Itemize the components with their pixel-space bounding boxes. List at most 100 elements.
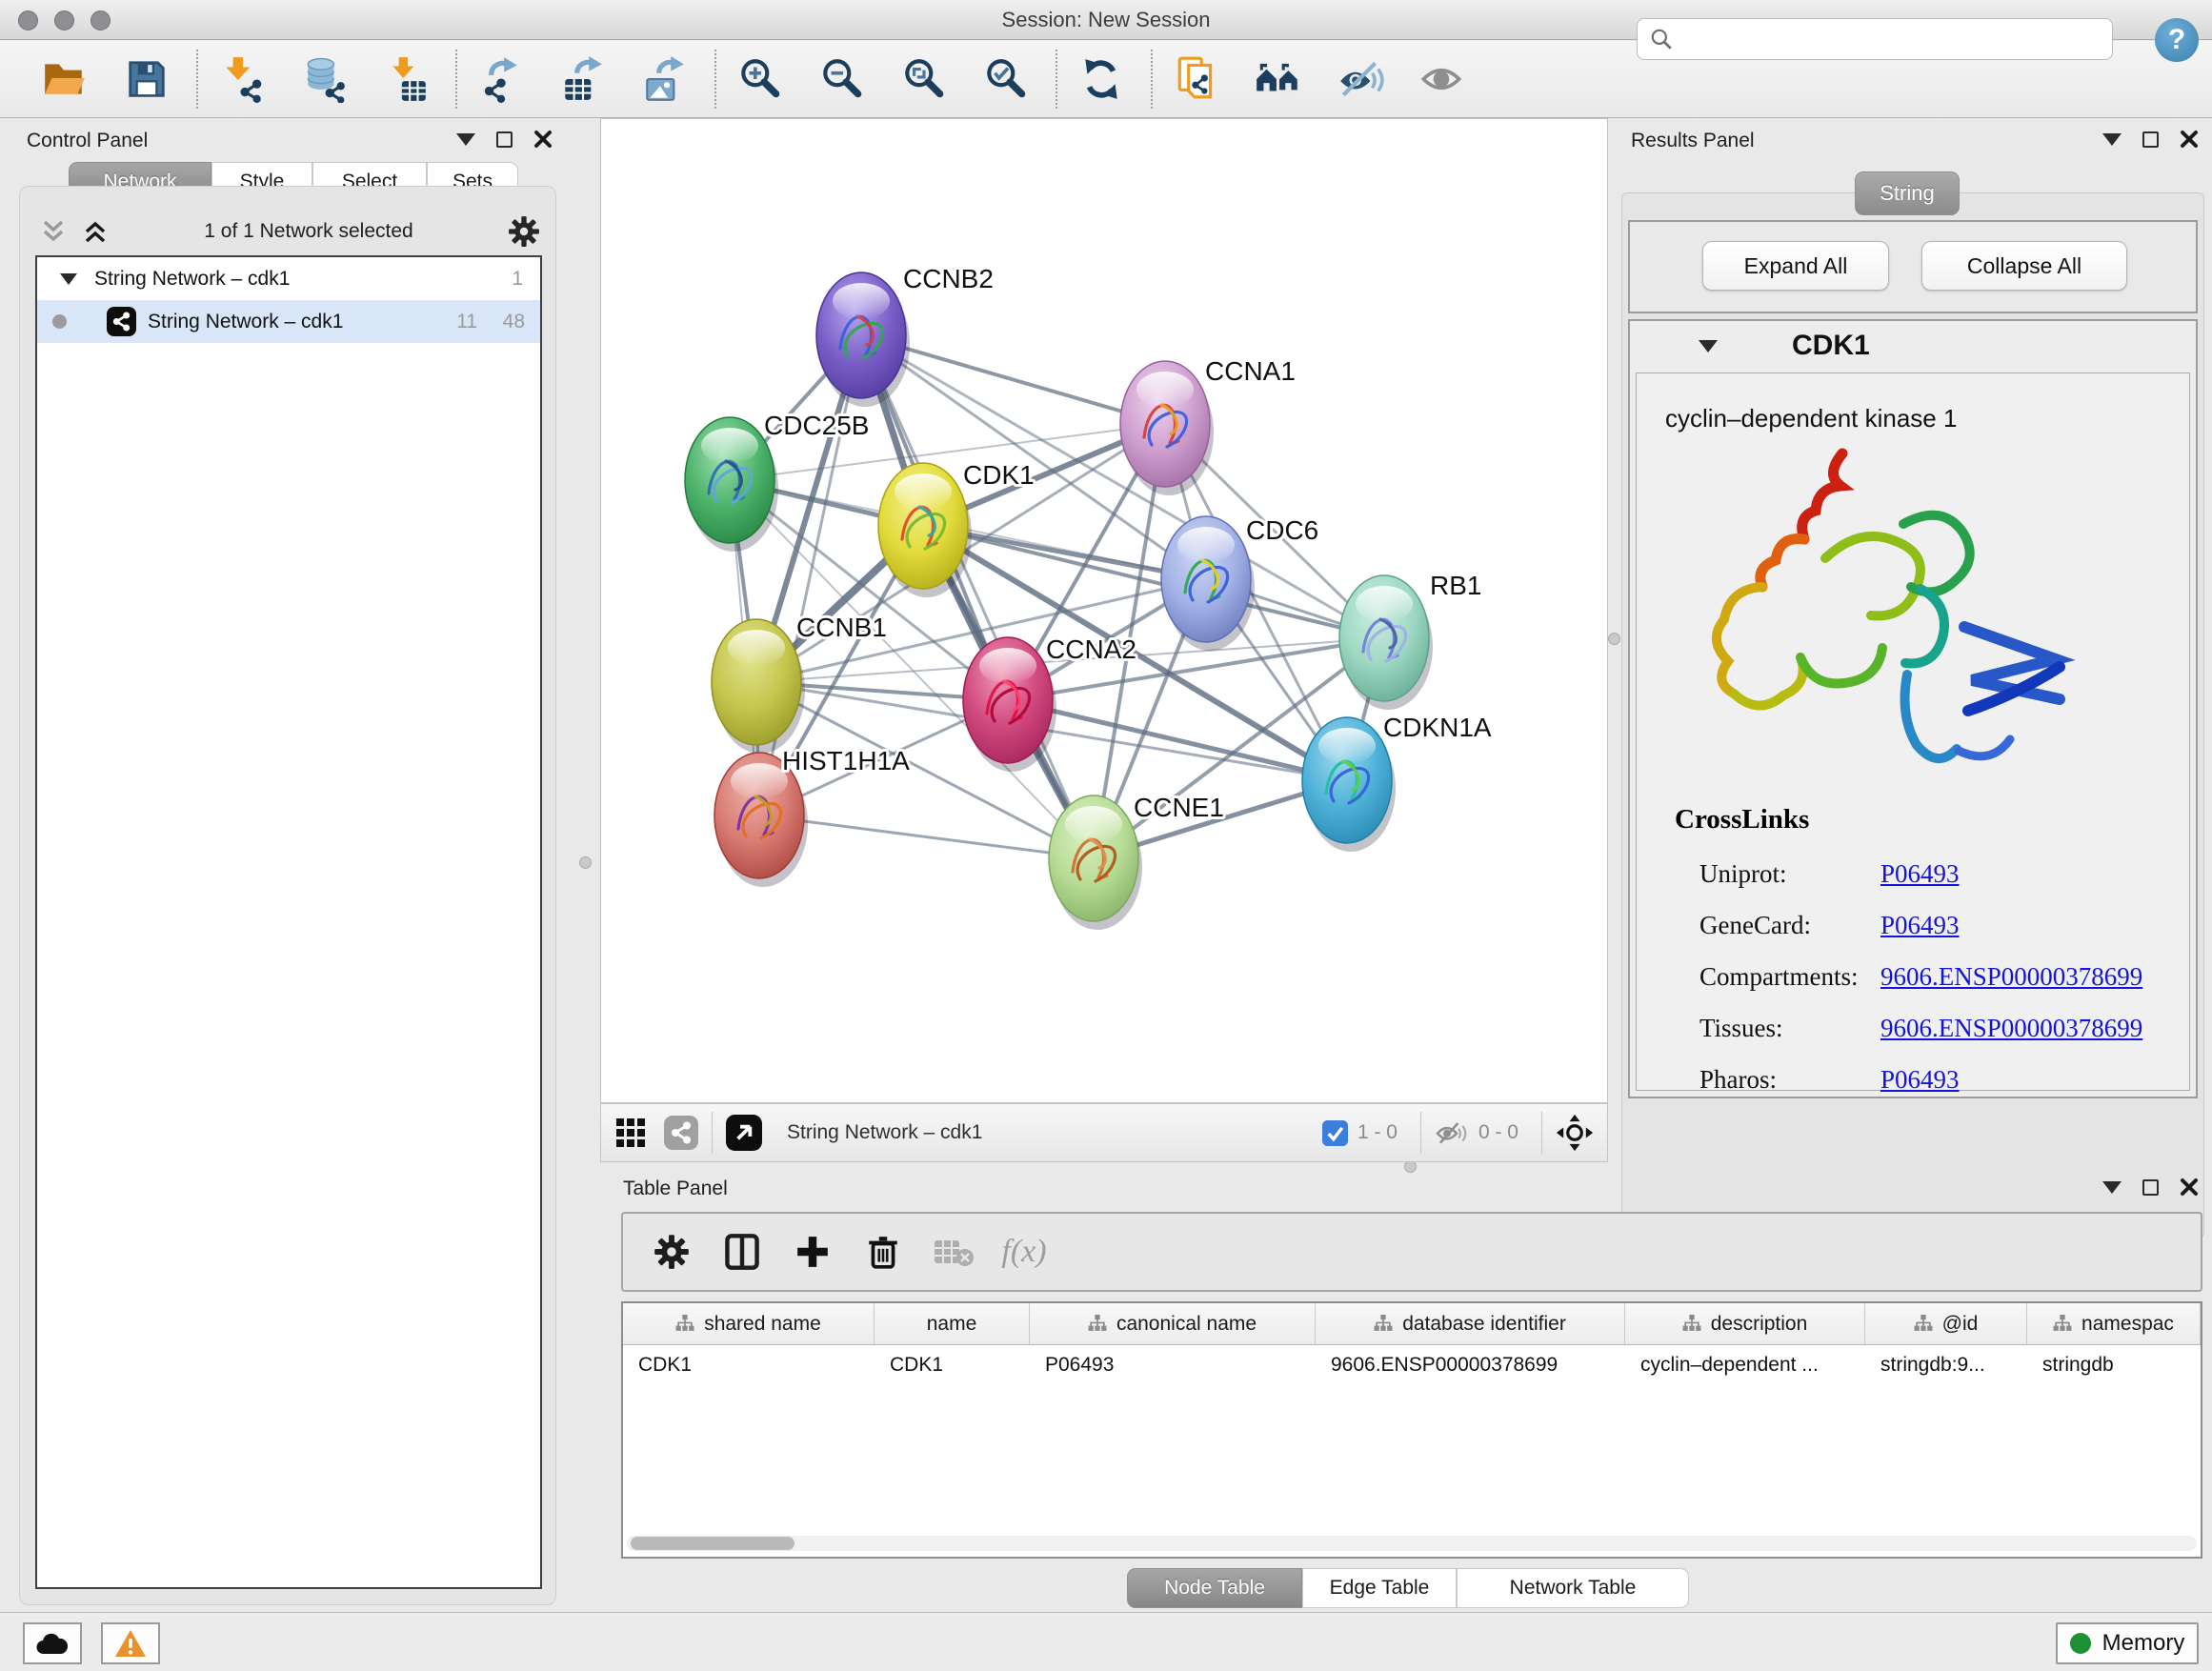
table-cell[interactable]: 9606.ENSP00000378699 xyxy=(1316,1354,1625,1377)
column-header--id[interactable]: @id xyxy=(1865,1303,2027,1344)
edge-ccne1-hist1h1a[interactable] xyxy=(759,815,1094,858)
tab-network-table[interactable]: Network Table xyxy=(1457,1568,1689,1608)
selected-checkbox-icon[interactable] xyxy=(1322,1120,1348,1146)
node-rb1[interactable]: RB1 xyxy=(1339,571,1481,710)
tab-node-table[interactable]: Node Table xyxy=(1127,1568,1302,1608)
table-cell[interactable]: CDK1 xyxy=(875,1354,1030,1377)
collapse-all-button[interactable]: Collapse All xyxy=(1921,241,2127,291)
crosslink-link[interactable]: P06493 xyxy=(1880,859,1960,889)
node-ccnb1[interactable]: CCNB1 xyxy=(712,613,887,754)
column-header-name[interactable]: name xyxy=(875,1303,1030,1344)
table-settings-button[interactable] xyxy=(644,1223,699,1280)
crosslink-link[interactable]: P06493 xyxy=(1880,911,1960,940)
node-hist1h1a[interactable]: HIST1H1A xyxy=(714,746,910,887)
panel-float-icon[interactable] xyxy=(496,131,513,148)
collapse-all-chevron-icon[interactable] xyxy=(39,219,68,244)
export-image-button[interactable] xyxy=(638,50,692,109)
node-cdkn1a[interactable]: CDKN1A xyxy=(1302,713,1492,852)
import-network-from-file-button[interactable] xyxy=(215,50,269,109)
import-network-from-database-button[interactable] xyxy=(297,50,351,109)
column-source-icon xyxy=(1682,1315,1701,1333)
show-all-networks-button[interactable] xyxy=(1252,50,1305,109)
panel-close-icon[interactable] xyxy=(533,130,553,149)
delete-column-button[interactable] xyxy=(855,1223,911,1280)
add-column-button[interactable] xyxy=(785,1223,840,1280)
gear-icon[interactable] xyxy=(508,215,540,248)
network-row-selected[interactable]: String Network – cdk1 11 48 xyxy=(37,300,540,343)
show-columns-button[interactable] xyxy=(714,1223,770,1280)
column-header-database-identifier[interactable]: database identifier xyxy=(1316,1303,1625,1344)
zoom-in-icon xyxy=(736,55,784,103)
column-header-namespac[interactable]: namespac xyxy=(2027,1303,2201,1344)
selected-node-edge-count: 1 - 0 xyxy=(1357,1121,1398,1144)
search-input[interactable] xyxy=(1674,27,2112,51)
expand-all-button[interactable]: Expand All xyxy=(1702,241,1889,291)
node-cdc6[interactable]: CDC6 xyxy=(1161,515,1318,651)
panel-close-icon[interactable] xyxy=(2180,130,2199,149)
zoom-selected-button[interactable] xyxy=(979,50,1033,109)
network-view-icon[interactable] xyxy=(664,1116,698,1150)
help-button[interactable]: ? xyxy=(2155,18,2199,62)
show-hidden-button[interactable] xyxy=(1416,50,1469,109)
memory-button[interactable]: Memory xyxy=(2056,1622,2199,1664)
table-row[interactable]: CDK1CDK1P064939606.ENSP00000378699cyclin… xyxy=(623,1345,2201,1385)
grid-view-icon[interactable] xyxy=(614,1117,647,1149)
crosslink-link[interactable]: 9606.ENSP00000378699 xyxy=(1880,1014,2142,1043)
open-session-button[interactable] xyxy=(38,50,91,109)
fx-icon: f(x) xyxy=(1001,1234,1046,1270)
node-gloss xyxy=(1318,728,1376,764)
table-cell[interactable]: P06493 xyxy=(1030,1354,1316,1377)
import-table-from-file-button[interactable] xyxy=(379,50,432,109)
edge-ccna2-cdkn1a[interactable] xyxy=(1008,700,1347,780)
pan-crosshair-icon[interactable] xyxy=(1556,1114,1594,1152)
collection-disclosure-icon[interactable] xyxy=(60,273,77,285)
edge-ccnb2-ccne1[interactable] xyxy=(861,335,1094,858)
entry-disclosure-icon[interactable] xyxy=(1699,340,1718,352)
function-builder-button[interactable]: f(x) xyxy=(996,1223,1052,1280)
save-session-button[interactable] xyxy=(120,50,173,109)
export-network-button[interactable] xyxy=(474,50,528,109)
crosslink-link[interactable]: P06493 xyxy=(1880,1065,1960,1095)
search-icon xyxy=(1649,27,1674,51)
table-cell[interactable]: stringdb xyxy=(2027,1354,2201,1377)
export-table-button[interactable] xyxy=(556,50,610,109)
zoom-fit-button[interactable] xyxy=(897,50,951,109)
column-header-shared-name[interactable]: shared name xyxy=(623,1303,875,1344)
entry-header[interactable]: CDK1 xyxy=(1630,321,2196,371)
node-ccna1[interactable]: CCNA1 xyxy=(1120,356,1296,495)
zoom-in-button[interactable] xyxy=(734,50,787,109)
network-collection-row[interactable]: String Network – cdk1 1 xyxy=(37,257,540,300)
panel-float-icon[interactable] xyxy=(2142,1179,2159,1196)
node-ccne1[interactable]: CCNE1 xyxy=(1049,793,1224,930)
panel-float-icon[interactable] xyxy=(2142,131,2159,148)
panel-close-icon[interactable] xyxy=(2180,1178,2199,1197)
refresh-view-button[interactable] xyxy=(1075,50,1128,109)
column-header-canonical-name[interactable]: canonical name xyxy=(1030,1303,1316,1344)
table-cell[interactable]: stringdb:9... xyxy=(1865,1354,2027,1377)
hide-selected-button[interactable] xyxy=(1334,50,1387,109)
table-cell[interactable]: CDK1 xyxy=(623,1354,875,1377)
node-gloss xyxy=(1065,806,1122,842)
duplicate-network-button[interactable] xyxy=(1170,50,1223,109)
cloud-status-button[interactable] xyxy=(23,1622,82,1664)
expand-all-chevron-icon[interactable] xyxy=(81,219,110,244)
delete-table-button[interactable] xyxy=(926,1223,981,1280)
warnings-button[interactable] xyxy=(101,1622,160,1664)
zoom-out-button[interactable] xyxy=(815,50,869,109)
table-cell[interactable]: cyclin–dependent ... xyxy=(1625,1354,1865,1377)
column-header-description[interactable]: description xyxy=(1625,1303,1865,1344)
network-canvas[interactable]: CCNB2CCNA1CDC25BCDK1CDC6RB1CCNB1CCNA2CDK… xyxy=(600,118,1608,1103)
node-ccnb2[interactable]: CCNB2 xyxy=(816,264,994,407)
tab-string[interactable]: String xyxy=(1855,171,1960,215)
vertical-splitter-handle[interactable] xyxy=(579,856,592,869)
horizontal-scrollbar[interactable] xyxy=(627,1536,2197,1551)
crosslink-link[interactable]: 9606.ENSP00000378699 xyxy=(1880,962,2142,992)
tab-edge-table[interactable]: Edge Table xyxy=(1302,1568,1457,1608)
scrollbar-thumb[interactable] xyxy=(631,1537,794,1550)
panel-menu-icon[interactable] xyxy=(2102,1181,2122,1194)
hidden-eye-slash-icon[interactable] xyxy=(1435,1118,1469,1147)
panel-menu-icon[interactable] xyxy=(2102,133,2122,146)
panel-menu-icon[interactable] xyxy=(456,133,475,146)
node-label: CDK1 xyxy=(963,460,1035,490)
detach-view-icon[interactable] xyxy=(726,1115,762,1151)
